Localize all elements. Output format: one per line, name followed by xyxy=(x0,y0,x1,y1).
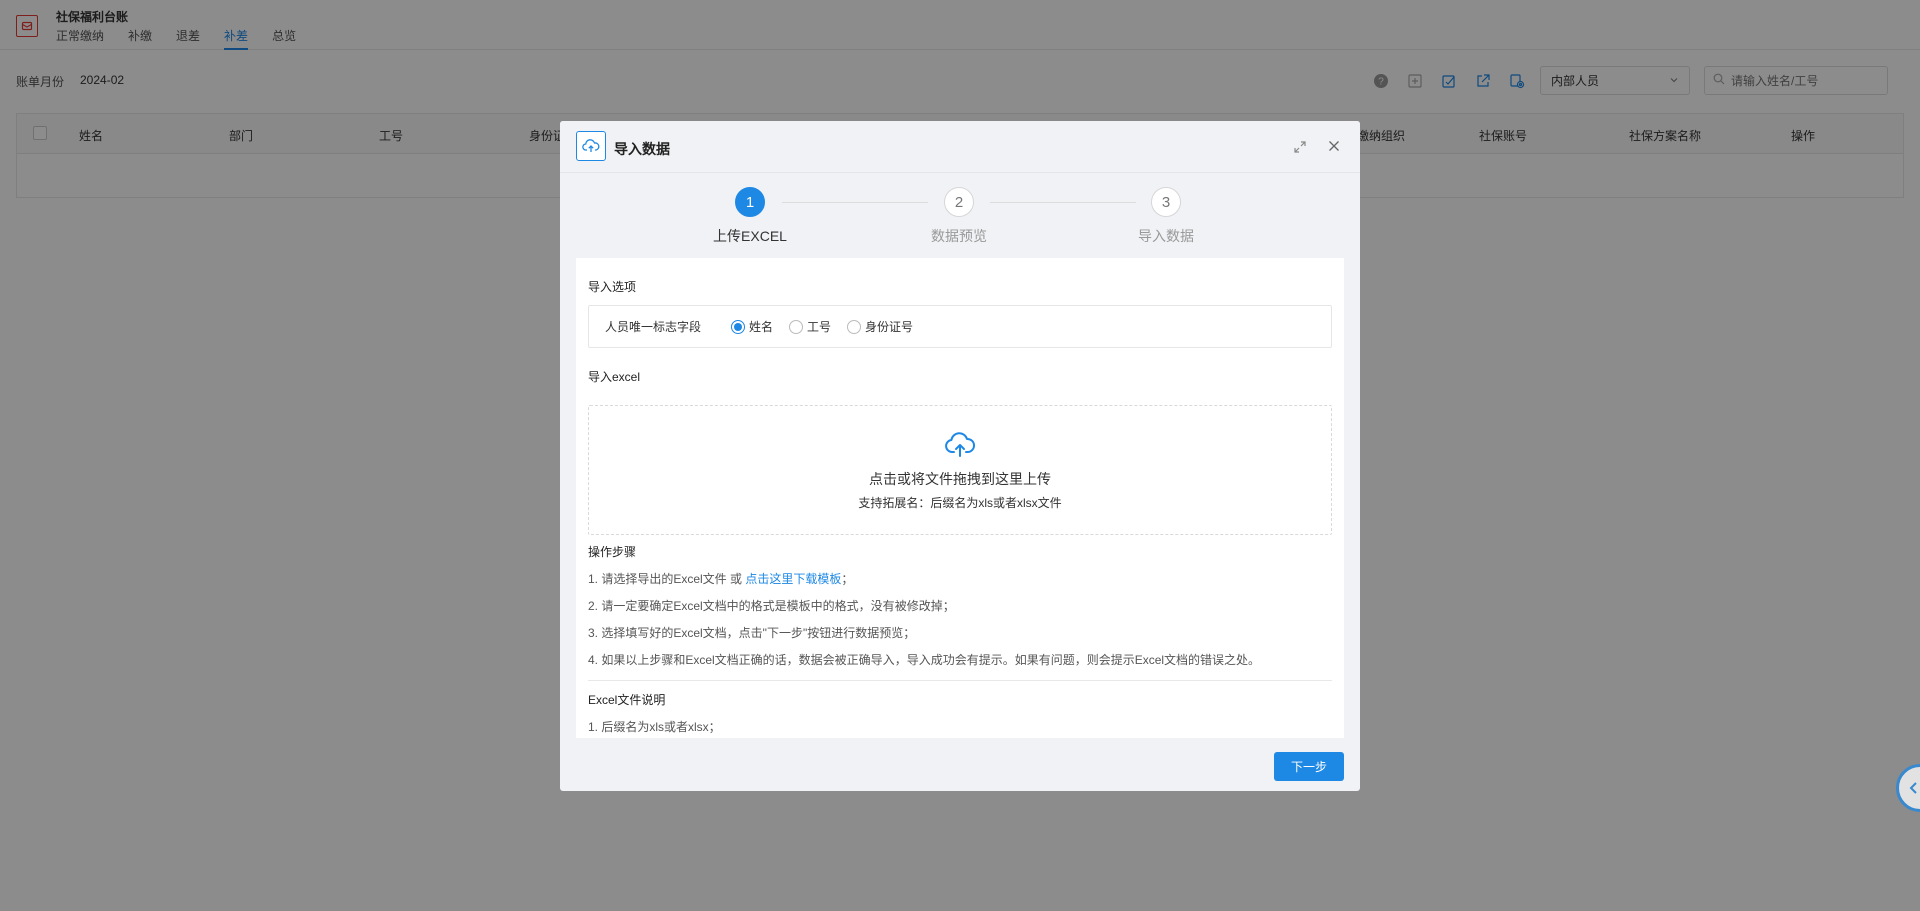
operation-steps-title: 操作步骤 xyxy=(588,545,637,559)
unique-field-label: 人员唯一标志字段 xyxy=(605,320,702,334)
expand-icon[interactable] xyxy=(1292,139,1308,155)
import-options-title: 导入选项 xyxy=(588,280,637,294)
divider xyxy=(588,680,1332,681)
step-data-preview: 2 数据预览 xyxy=(899,187,1019,246)
radio-label: 工号 xyxy=(807,320,832,334)
step-number: 3 xyxy=(1151,187,1181,217)
upload-extension-hint: 支持拓展名：后缀名为xls或者xlsx文件 xyxy=(858,496,1062,510)
excel-notes-title: Excel文件说明 xyxy=(588,693,666,707)
radio-id-card[interactable]: 身份证号 xyxy=(847,318,913,335)
step-number: 1 xyxy=(735,187,765,217)
next-step-button[interactable]: 下一步 xyxy=(1274,752,1344,781)
operation-step-text: ； xyxy=(841,572,854,586)
step-upload-excel: 1 上传EXCEL xyxy=(690,187,810,246)
radio-dot xyxy=(847,319,862,334)
radio-label: 姓名 xyxy=(749,320,774,334)
download-template-link[interactable]: 点击这里下载模板 xyxy=(745,572,841,586)
radio-label: 身份证号 xyxy=(865,320,914,334)
steps-indicator: 1 上传EXCEL 2 数据预览 3 导入数据 xyxy=(560,173,1360,246)
excel-note-1: 1. 后缀名为xls或者xlsx； xyxy=(588,720,721,734)
modal-title: 导入数据 xyxy=(614,141,670,157)
operation-step-3: 3. 选择填写好的Excel文档，点击"下一步"按钮进行数据预览； xyxy=(588,626,916,640)
operation-step-1: 1. 请选择导出的Excel文件 或 点击这里下载模板； xyxy=(588,572,1332,587)
radio-employee-id[interactable]: 工号 xyxy=(789,318,831,335)
close-icon[interactable] xyxy=(1326,138,1342,154)
radio-name[interactable]: 姓名 xyxy=(731,318,773,335)
modal-header: 导入数据 xyxy=(560,121,1360,173)
unique-field-option-box: 人员唯一标志字段 姓名 工号 身份证号 xyxy=(588,305,1332,348)
cloud-upload-icon xyxy=(576,131,606,161)
step-label: 导入数据 xyxy=(1138,228,1194,244)
file-upload-dropzone[interactable]: 点击或将文件拖拽到这里上传 支持拓展名：后缀名为xls或者xlsx文件 xyxy=(588,405,1332,535)
upload-instruction: 点击或将文件拖拽到这里上传 xyxy=(869,471,1051,487)
radio-dot xyxy=(789,319,804,334)
operation-step-2: 2. 请一定要确定Excel文档中的格式是模板中的格式，没有被修改掉； xyxy=(588,599,955,613)
step-number: 2 xyxy=(944,187,974,217)
operation-step-4: 4. 如果以上步骤和Excel文档正确的话，数据会被正确导入，导入成功会有提示。… xyxy=(588,653,1261,667)
step-label: 上传EXCEL xyxy=(713,228,787,244)
operation-step-text: 1. 请选择导出的Excel文件 或 xyxy=(588,572,746,586)
import-data-modal: 导入数据 1 上传EXCEL 2 数据预览 3 导入数据 导入选项 人员唯一标志… xyxy=(560,121,1360,791)
import-excel-title: 导入excel xyxy=(588,370,641,384)
step-label: 数据预览 xyxy=(931,228,987,244)
modal-footer: 下一步 xyxy=(560,738,1360,791)
radio-dot xyxy=(731,319,746,334)
step-import-data: 3 导入数据 xyxy=(1106,187,1226,246)
modal-body: 导入选项 人员唯一标志字段 姓名 工号 身份证号 导入excel 点击或将文件拖… xyxy=(576,258,1344,738)
upload-cloud-icon xyxy=(944,429,976,461)
